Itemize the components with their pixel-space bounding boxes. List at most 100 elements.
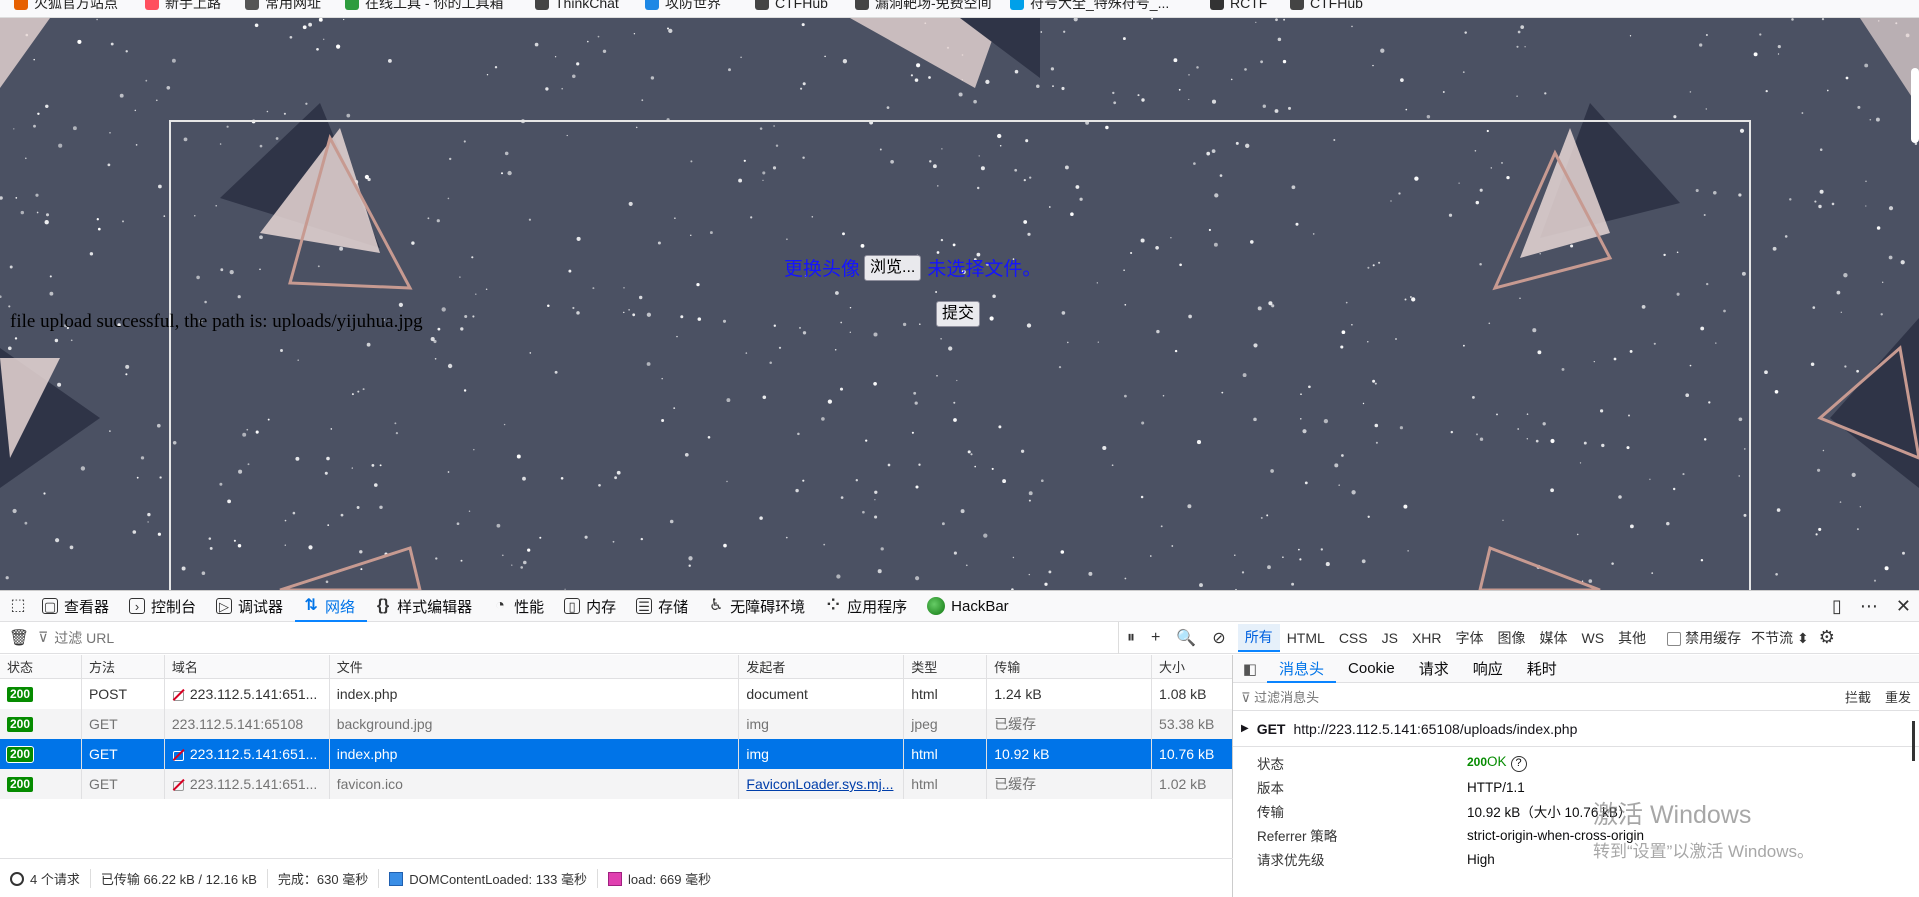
cell-domain: 223.112.5.141:651... (165, 679, 330, 709)
filter-type-button[interactable]: 图像 (1491, 625, 1533, 651)
column-header[interactable]: 类型 (904, 655, 988, 678)
summary-transferred: 已传输 66.22 kB / 12.16 kB (91, 869, 268, 888)
filter-type-button[interactable]: 字体 (1449, 625, 1491, 651)
help-icon[interactable]: ? (1510, 756, 1527, 772)
cell-initiator[interactable]: FaviconLoader.sys.mj... (739, 769, 905, 799)
bookmark-item[interactable]: 在线工具 - 你的工具箱 (345, 0, 503, 13)
close-icon[interactable]: ✕ (1896, 596, 1911, 617)
cell-initiator: img (739, 709, 905, 739)
column-header[interactable]: 大小 (1152, 655, 1232, 678)
clear-requests-icon[interactable]: 🗑 (0, 628, 38, 648)
no-file-text: 未选择文件。 (927, 259, 1042, 280)
tab-network[interactable]: ⇅ 网络 (295, 591, 368, 622)
filter-type-button[interactable]: HTML (1280, 627, 1332, 649)
tab-performance[interactable]: ◔ 性能 (484, 591, 556, 621)
dock-icon[interactable]: ▯ (1832, 596, 1842, 617)
filter-type-button[interactable]: JS (1375, 627, 1405, 649)
request-row[interactable]: 200 GET 223.112.5.141:651... favicon.ico Fav… (0, 769, 1232, 799)
bookmark-item[interactable]: 常用网址 (245, 0, 321, 13)
bookmark-item[interactable]: RCTF (1210, 0, 1267, 13)
more-options-icon[interactable]: ⋯ (1860, 596, 1878, 617)
request-row[interactable]: 200 GET 223.112.5.141:65108 background.jpg i… (0, 709, 1232, 739)
request-url-row[interactable]: ▶ GET http://223.112.5.141:65108/uploads… (1233, 711, 1919, 747)
insecure-lock-icon (172, 748, 184, 761)
summary-load: load: 669 毫秒 (598, 869, 721, 888)
filter-type-button[interactable]: CSS (1332, 627, 1375, 649)
bookmark-item[interactable]: ThinkChat (535, 0, 619, 13)
bookmark-item[interactable]: 符号大全_特殊符号_... (1010, 0, 1169, 13)
tab-console[interactable]: › 控制台 (121, 591, 208, 621)
request-row[interactable]: 200 POST 223.112.5.141:651... index.php docu… (0, 679, 1232, 709)
column-header[interactable]: 状态 (0, 655, 82, 678)
tab-memory[interactable]: ▯ 内存 (556, 591, 628, 621)
column-header[interactable]: 文件 (330, 655, 740, 678)
tab-label: 控制台 (151, 598, 197, 616)
filter-type-button[interactable]: XHR (1405, 627, 1449, 649)
cell-file: index.php (330, 739, 740, 769)
header-summary-row: 版本 HTTP/1.1 (1233, 775, 1919, 799)
block-icon[interactable]: ⊘ (1212, 628, 1225, 648)
settings-gear-icon[interactable]: ⚙ (1819, 627, 1835, 648)
disable-cache-toggle[interactable]: 禁用缓存 (1667, 628, 1741, 648)
bookmark-item[interactable]: 新手上路 (145, 0, 221, 13)
bookmark-item[interactable]: 火狐官方站点 (14, 0, 118, 13)
debugger-icon: ▷ (216, 598, 233, 614)
tab-application[interactable]: ⁘ 应用程序 (817, 591, 919, 621)
filter-type-button[interactable]: 媒体 (1533, 625, 1575, 651)
details-tab[interactable]: 响应 (1461, 655, 1515, 682)
expand-arrow-icon[interactable]: ▶ (1241, 723, 1249, 734)
column-header[interactable]: 发起者 (739, 655, 905, 678)
submit-button[interactable]: 提交 (936, 301, 981, 327)
browse-button[interactable]: 浏览... (864, 254, 922, 281)
bookmark-item[interactable]: 漏洞靶场-免费空间 (855, 0, 992, 13)
timer-icon[interactable] (10, 871, 24, 886)
filter-url-input[interactable]: ⊽ 过滤 URL (38, 628, 1118, 648)
search-icon[interactable]: 🔍 (1176, 628, 1196, 648)
disable-cache-checkbox[interactable] (1667, 631, 1682, 646)
tab-label: 应用程序 (847, 598, 908, 616)
tab-accessibility[interactable]: ♿ 无障碍环境 (700, 591, 817, 621)
bookmark-label: 火狐官方站点 (34, 0, 118, 11)
bookmark-item[interactable]: CTFHub (1290, 0, 1363, 13)
resend-button[interactable]: 重发 (1885, 687, 1911, 706)
filter-type-button[interactable]: WS (1575, 627, 1612, 649)
status-badge: 200 (5, 745, 35, 763)
pause-icon[interactable]: ⏸ (1127, 629, 1135, 647)
request-row[interactable]: 200 GET 223.112.5.141:651... index.php img ht… (0, 739, 1232, 769)
bookmark-item[interactable]: CTFHub (755, 0, 828, 13)
bookmark-label: 攻防世界 (665, 0, 721, 11)
column-header[interactable]: 方法 (82, 655, 165, 678)
details-scrollbar[interactable] (1912, 721, 1915, 761)
tab-hackbar[interactable]: HackBar (919, 591, 1021, 621)
tab-inspector[interactable]: ▢ 查看器 (34, 591, 121, 621)
bookmark-favicon-icon (14, 0, 28, 10)
tab-style-editor[interactable]: {} 样式编辑器 (367, 591, 484, 621)
details-tab[interactable]: 耗时 (1515, 655, 1569, 682)
details-tab[interactable]: 消息头 (1267, 655, 1337, 683)
column-header[interactable]: 域名 (165, 655, 330, 678)
bookmark-item[interactable]: 攻防世界 (645, 0, 721, 13)
tab-debugger[interactable]: ▷ 调试器 (208, 591, 295, 621)
bookmark-label: ThinkChat (555, 0, 619, 11)
page-scrollbar[interactable] (1911, 68, 1919, 143)
block-button[interactable]: 拦截 (1845, 687, 1871, 706)
toggle-sidebar-icon[interactable]: ◧ (1233, 655, 1267, 682)
tab-storage[interactable]: ☰ 存储 (628, 591, 700, 621)
load-marker-icon (608, 871, 623, 886)
column-header[interactable]: 传输 (987, 655, 1153, 678)
filter-type-button[interactable]: 所有 (1237, 623, 1280, 652)
throttle-select[interactable]: 不节流 ⬍ (1751, 628, 1809, 648)
cell-type: html (904, 769, 988, 799)
headers-filter-input[interactable]: ⊽ 过滤消息头 (1241, 687, 1319, 706)
filter-type-button[interactable]: 其他 (1611, 625, 1653, 651)
details-tab[interactable]: 请求 (1407, 655, 1461, 682)
network-toolbar: 🗑 ⊽ 过滤 URL ⏸ + 🔍 ⊘ 所有 HTML CSS JS XHR 字体 图像 媒体 W… (0, 621, 1919, 654)
add-icon[interactable]: + (1151, 629, 1160, 647)
memory-icon: ▯ (564, 598, 581, 614)
cell-transferred: 1.24 kB (987, 679, 1153, 709)
details-tabbar: ◧ 消息头 Cookie 请求 响应 耗时 (1233, 655, 1919, 683)
details-tab[interactable]: Cookie (1336, 655, 1407, 682)
element-picker[interactable]: ⬚ (0, 591, 34, 621)
bookmark-favicon-icon (245, 0, 259, 10)
bookmark-favicon-icon (345, 0, 359, 10)
